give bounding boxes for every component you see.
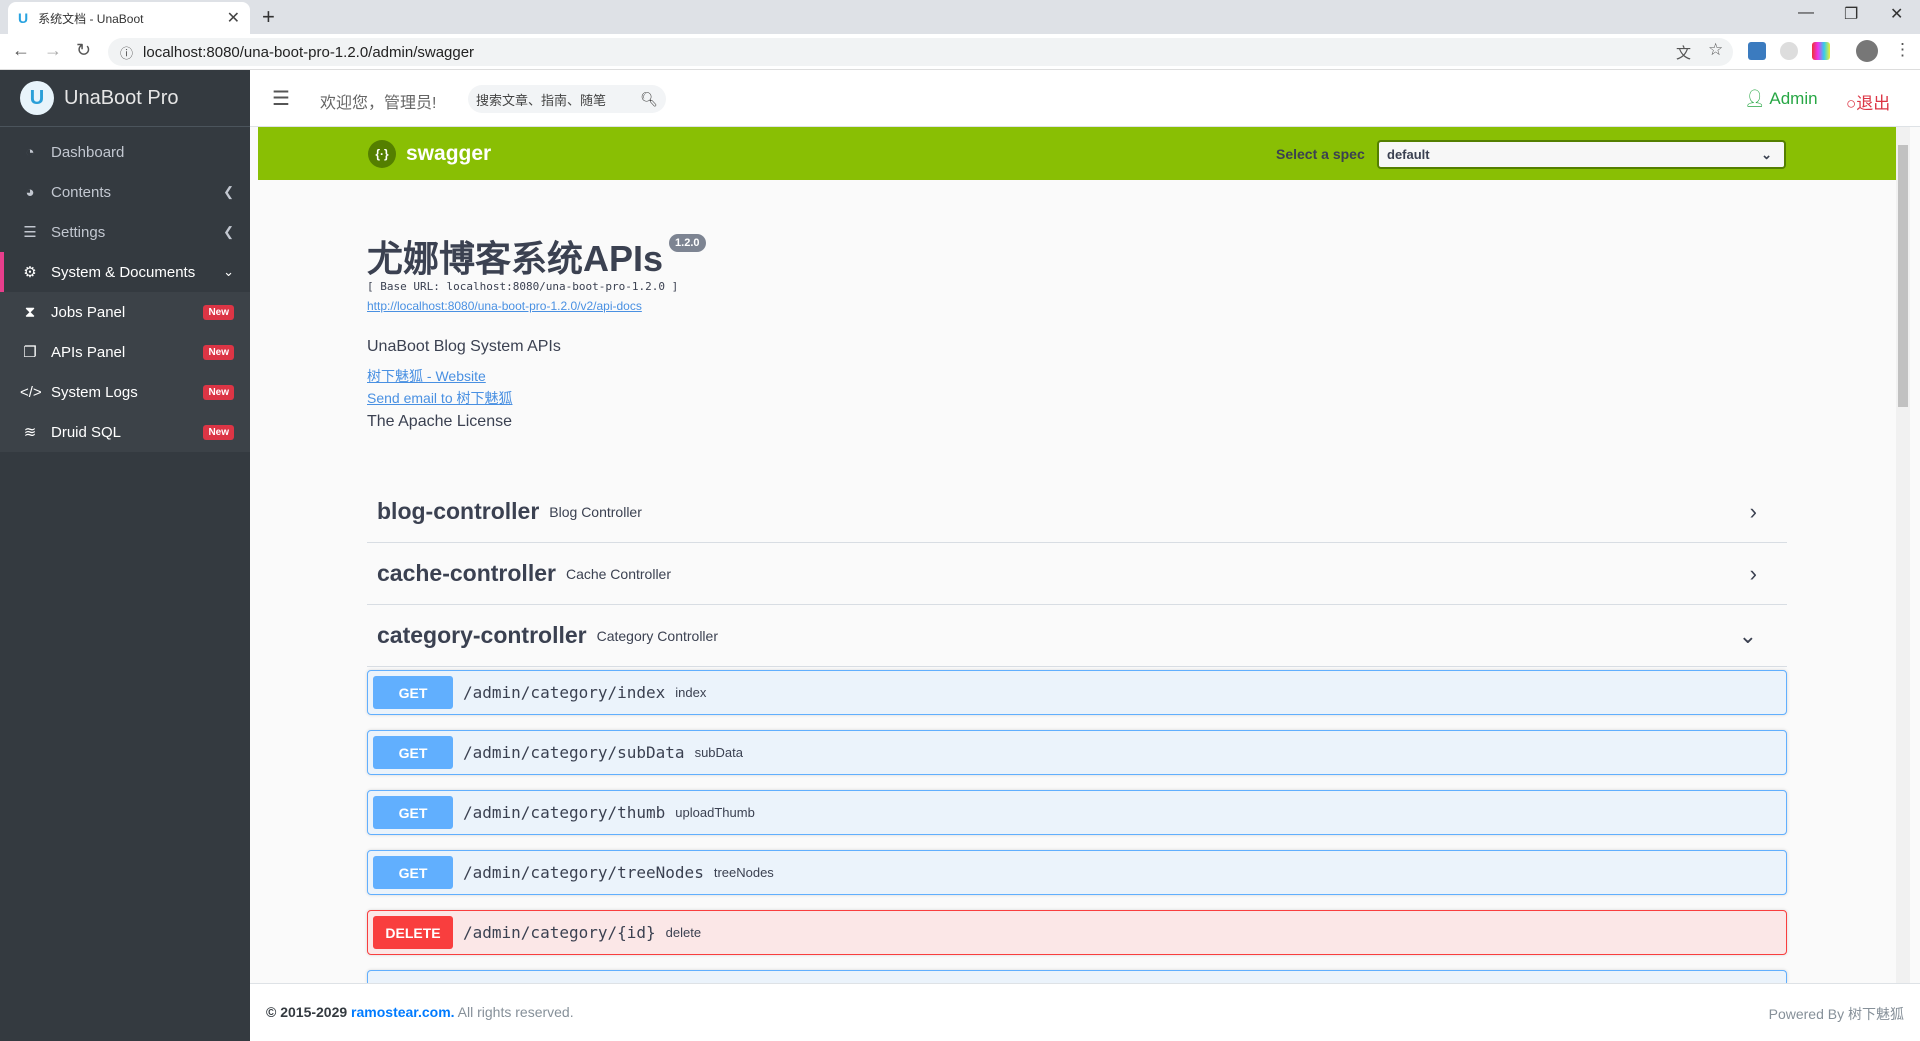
sidebar-item-druid-sql[interactable]: ≋Druid SQLNew: [0, 412, 250, 452]
copyright: © 2015-2029 ramostear.com. All rights re…: [266, 1004, 574, 1020]
welcome-text: 欢迎您，管理员!: [320, 89, 436, 113]
sliders-icon: ☰: [20, 223, 40, 241]
site-link[interactable]: ramostear.com.: [351, 1004, 455, 1020]
chevron-left-icon: ❮: [223, 224, 234, 240]
chevron-down-icon: ⌄: [1761, 147, 1772, 163]
copy-icon: ❐: [20, 343, 40, 361]
chevron-down-icon: ⌄: [223, 264, 234, 280]
star-icon[interactable]: ☆: [1708, 40, 1723, 60]
controller-cache[interactable]: cache-controllerCache Controller›: [367, 543, 1787, 605]
chevron-right-icon: ›: [1750, 499, 1757, 525]
license-text: The Apache License: [367, 413, 512, 431]
sidebar-item-settings[interactable]: ☰Settings❮: [0, 212, 250, 252]
operation-row[interactable]: GET/admin/category/treeNodestreeNodes: [367, 850, 1787, 895]
swagger-icon: {·}: [368, 140, 396, 168]
new-badge: New: [203, 425, 234, 440]
restore-button[interactable]: ❐: [1844, 4, 1858, 24]
method-badge: DELETE: [373, 916, 453, 949]
new-badge: New: [203, 385, 234, 400]
logout-link[interactable]: ○退出: [1846, 89, 1890, 114]
power-icon: ○: [1846, 94, 1856, 113]
code-icon: </>: [20, 384, 40, 401]
reload-icon[interactable]: ↻: [76, 40, 91, 61]
extension-icon[interactable]: [1780, 42, 1798, 60]
sidebar-item-system-logs[interactable]: </>System LogsNew: [0, 372, 250, 412]
extension-icon[interactable]: [1748, 42, 1766, 60]
sidebar-item-system-documents[interactable]: ⚙System & Documents⌄: [0, 252, 250, 292]
info-icon: ⓘ: [120, 43, 133, 62]
close-window-button[interactable]: ✕: [1890, 4, 1903, 24]
favicon-icon: U: [18, 10, 28, 26]
new-badge: New: [203, 305, 234, 320]
operation-row-partial[interactable]: [367, 970, 1787, 983]
browser-tab-bar: [0, 0, 1920, 34]
website-link[interactable]: 树下魅狐 - Website: [367, 366, 486, 386]
close-tab-icon[interactable]: ✕: [227, 8, 240, 28]
spec-label: Select a spec: [1276, 146, 1365, 162]
api-docs-link[interactable]: http://localhost:8080/una-boot-pro-1.2.0…: [367, 299, 642, 313]
sidebar-item-dashboard[interactable]: ◔Dashboard: [0, 132, 250, 172]
operation-row[interactable]: GET/admin/category/indexindex: [367, 670, 1787, 715]
chevron-down-icon: ⌄: [1739, 623, 1757, 649]
search-input[interactable]: 搜索文章、指南、随笔🔍︎: [468, 85, 666, 113]
version-badge: 1.2.0: [669, 234, 705, 252]
email-link[interactable]: Send email to 树下魅狐: [367, 388, 513, 408]
translate-icon[interactable]: 文: [1676, 42, 1691, 63]
menu-icon[interactable]: ⋮: [1894, 40, 1911, 60]
database-icon: ≋: [20, 423, 40, 441]
new-badge: New: [203, 345, 234, 360]
method-badge: GET: [373, 736, 453, 769]
base-url: [ Base URL: localhost:8080/una-boot-pro-…: [367, 280, 678, 293]
cogs-icon: ⚙: [20, 263, 40, 281]
new-tab-button[interactable]: +: [262, 4, 275, 30]
sidebar-item-contents[interactable]: ◕Contents❮: [0, 172, 250, 212]
api-description: UnaBoot Blog System APIs: [367, 338, 561, 356]
forward-icon[interactable]: →: [44, 40, 62, 61]
controller-category[interactable]: category-controllerCategory Controller⌄: [367, 605, 1787, 667]
chevron-right-icon: ›: [1750, 561, 1757, 587]
method-badge: GET: [373, 796, 453, 829]
controller-blog[interactable]: blog-controllerBlog Controller›: [367, 481, 1787, 543]
sidebar-item-jobs-panel[interactable]: ⧗Jobs PanelNew: [0, 292, 250, 332]
spec-select[interactable]: default⌄: [1377, 140, 1786, 169]
logo-icon: U: [20, 81, 54, 115]
powered-by: Powered By 树下魅狐: [1769, 1004, 1904, 1024]
api-title: 尤娜博客系统APIs1.2.0: [367, 230, 706, 282]
swagger-logo[interactable]: {·}swagger: [368, 140, 491, 168]
method-badge: GET: [373, 676, 453, 709]
operation-row[interactable]: GET/admin/category/thumbuploadThumb: [367, 790, 1787, 835]
admin-user-link[interactable]: 👤︎ Admin: [1744, 89, 1818, 109]
brand-logo[interactable]: UUnaBoot Pro: [0, 70, 250, 127]
hamburger-menu-icon[interactable]: ☰: [272, 86, 290, 111]
pie-chart-icon: ◕: [20, 184, 40, 201]
profile-avatar[interactable]: [1856, 40, 1878, 62]
scrollbar-thumb[interactable]: [1898, 145, 1908, 407]
extension-icon[interactable]: [1812, 42, 1830, 60]
search-icon[interactable]: 🔍︎: [640, 91, 658, 108]
hourglass-icon: ⧗: [20, 304, 40, 321]
sidebar-item-apis-panel[interactable]: ❐APIs PanelNew: [0, 332, 250, 372]
user-icon: 👤︎: [1744, 89, 1766, 108]
method-badge: GET: [373, 856, 453, 889]
back-icon[interactable]: ←: [12, 40, 30, 61]
url-input[interactable]: ⓘlocalhost:8080/una-boot-pro-1.2.0/admin…: [108, 38, 1733, 66]
operation-row[interactable]: GET/admin/category/subDatasubData: [367, 730, 1787, 775]
browser-tab[interactable]: U系统文档 - UnaBoot✕: [8, 2, 250, 34]
minimize-button[interactable]: —: [1798, 4, 1814, 22]
chevron-left-icon: ❮: [223, 184, 234, 200]
dashboard-icon: ◔: [20, 144, 40, 161]
operation-row[interactable]: DELETE/admin/category/{id}delete: [367, 910, 1787, 955]
